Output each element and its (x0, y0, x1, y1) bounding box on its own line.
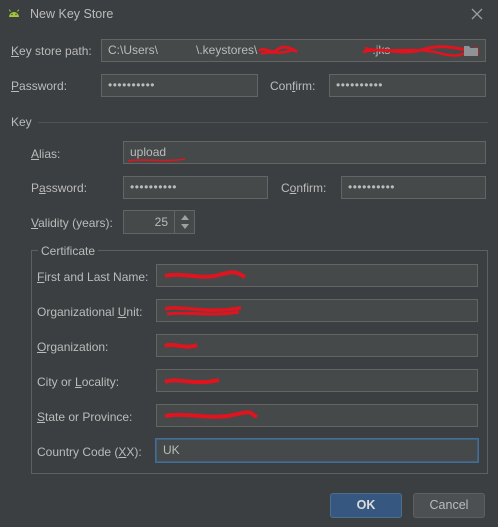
section-divider (38, 122, 488, 123)
folder-icon[interactable] (463, 44, 479, 58)
redaction-mark (258, 45, 298, 56)
certificate-group-label: Certificate (38, 244, 99, 258)
key-password-label: Password: (31, 181, 88, 195)
country-code-label: Country Code (XX): (37, 445, 142, 459)
cancel-button[interactable]: Cancel (413, 493, 485, 518)
organization-label: Organization: (37, 340, 109, 354)
country-code-field[interactable]: UK (156, 439, 478, 462)
redaction-mark (164, 306, 242, 316)
redaction-mark (127, 158, 186, 162)
organization-field[interactable] (156, 334, 478, 357)
first-last-name-field[interactable] (156, 264, 478, 287)
validity-label: Validity (years): (31, 216, 113, 230)
redaction-mark (164, 378, 220, 385)
validity-value: 25 (154, 215, 168, 229)
state-field[interactable] (156, 404, 478, 427)
org-unit-field[interactable] (156, 299, 478, 322)
state-label: State or Province: (37, 410, 133, 424)
key-password-field[interactable]: •••••••••• (123, 176, 268, 199)
redaction-mark (164, 410, 258, 419)
keystore-path-label: Key store path: (11, 44, 92, 58)
org-unit-label: Organizational Unit: (37, 305, 143, 319)
close-icon[interactable] (468, 5, 486, 23)
redaction-mark (164, 342, 198, 349)
redaction-mark (164, 270, 246, 279)
android-icon (8, 9, 20, 17)
alias-field[interactable]: upload (123, 141, 486, 164)
chevron-down-icon[interactable] (180, 223, 190, 230)
city-label: City or Locality: (37, 375, 120, 389)
country-code-value: UK (163, 443, 180, 457)
keystore-confirm-field[interactable]: •••••••••• (329, 74, 486, 97)
validity-spinner[interactable]: 25 (123, 210, 195, 234)
keystore-confirm-label: Confirm: (270, 79, 316, 93)
keystore-password-label: Password: (11, 79, 68, 93)
key-section-label: Key (11, 115, 32, 129)
chevron-up-icon[interactable] (180, 214, 190, 221)
key-confirm-field[interactable]: •••••••••• (341, 176, 486, 199)
first-last-name-label: First and Last Name: (37, 270, 149, 284)
keystore-password-field[interactable]: •••••••••• (101, 74, 258, 97)
ok-button[interactable]: OK (330, 493, 402, 518)
window-title: New Key Store (30, 7, 114, 21)
city-field[interactable] (156, 369, 478, 392)
spinner-buttons[interactable] (174, 211, 194, 233)
title-bar: New Key Store (0, 0, 498, 28)
keystore-path-field[interactable]: C:\Users\ \.keystores\ .jks (101, 39, 486, 62)
alias-label: Alias: (31, 147, 61, 161)
key-confirm-label: Confirm: (281, 181, 327, 195)
